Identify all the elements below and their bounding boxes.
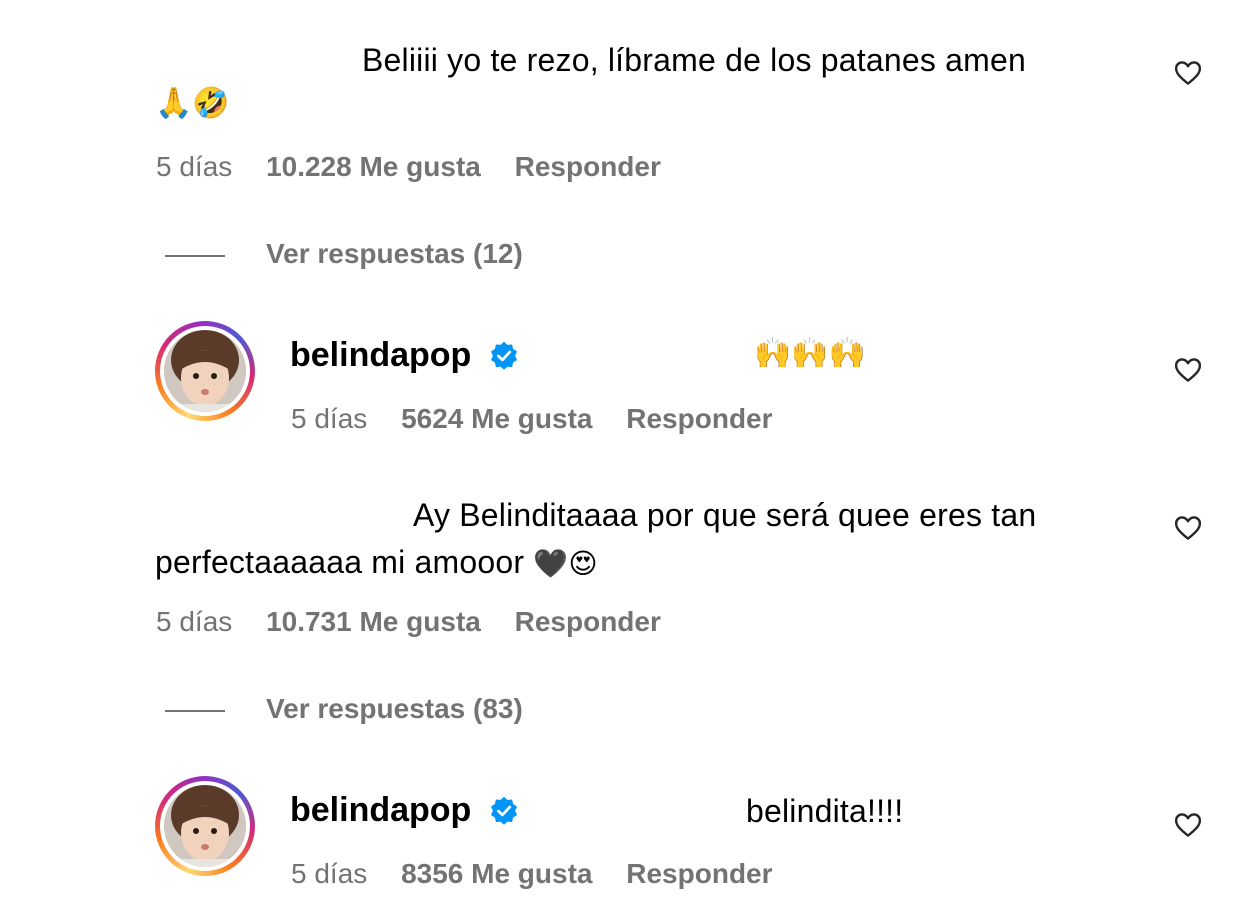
replies-divider bbox=[165, 710, 225, 712]
likes-count[interactable]: 5624 Me gusta bbox=[401, 403, 592, 434]
comment-text: Ay Belinditaaaa por que será quee eres t… bbox=[413, 497, 1037, 533]
reply-button[interactable]: Responder bbox=[626, 403, 772, 434]
comment-meta: 5 días 5624 Me gusta Responder bbox=[291, 403, 773, 435]
heart-outline-icon[interactable] bbox=[1173, 810, 1203, 840]
comment-time: 5 días bbox=[156, 151, 233, 182]
avatar[interactable] bbox=[155, 776, 255, 876]
comment-time: 5 días bbox=[291, 858, 368, 889]
verified-badge-icon bbox=[490, 341, 518, 370]
reply-button[interactable]: Responder bbox=[515, 606, 661, 637]
likes-count[interactable]: 10.228 Me gusta bbox=[266, 151, 481, 182]
heart-outline-icon[interactable] bbox=[1173, 513, 1203, 543]
likes-count[interactable]: 8356 Me gusta bbox=[401, 858, 592, 889]
reply-button[interactable]: Responder bbox=[626, 858, 772, 889]
avatar-photo bbox=[164, 330, 246, 412]
comment-time: 5 días bbox=[291, 403, 368, 434]
reply-button[interactable]: Responder bbox=[515, 151, 661, 182]
comment-emoji: 🖤😍 bbox=[533, 547, 598, 580]
avatar-photo bbox=[164, 785, 246, 867]
comment-text: belindita!!!! bbox=[746, 793, 904, 829]
likes-count[interactable]: 10.731 Me gusta bbox=[266, 606, 481, 637]
comment-text-line2: perfectaaaaaa mi amooor 🖤😍 bbox=[155, 544, 598, 580]
comment-time: 5 días bbox=[156, 606, 233, 637]
heart-outline-icon[interactable] bbox=[1173, 58, 1203, 88]
replies-divider bbox=[165, 255, 225, 257]
comment-text: Beliiii yo te rezo, líbrame de los patan… bbox=[362, 42, 1026, 78]
view-replies-button[interactable]: Ver respuestas (12) bbox=[266, 238, 523, 270]
heart-outline-icon[interactable] bbox=[1173, 355, 1203, 385]
comment-emoji: 🙏🤣 bbox=[155, 86, 230, 121]
comment-emoji: 🙌🙌🙌 bbox=[754, 336, 867, 371]
comment-meta: 5 días 8356 Me gusta Responder bbox=[291, 858, 773, 890]
username[interactable]: belindapop bbox=[290, 336, 471, 375]
view-replies-button[interactable]: Ver respuestas (83) bbox=[266, 693, 523, 725]
verified-badge-icon bbox=[490, 796, 518, 825]
comment-meta: 5 días 10.731 Me gusta Responder bbox=[156, 606, 661, 638]
username[interactable]: belindapop bbox=[290, 791, 471, 830]
avatar[interactable] bbox=[155, 321, 255, 421]
comment-meta: 5 días 10.228 Me gusta Responder bbox=[156, 151, 661, 183]
